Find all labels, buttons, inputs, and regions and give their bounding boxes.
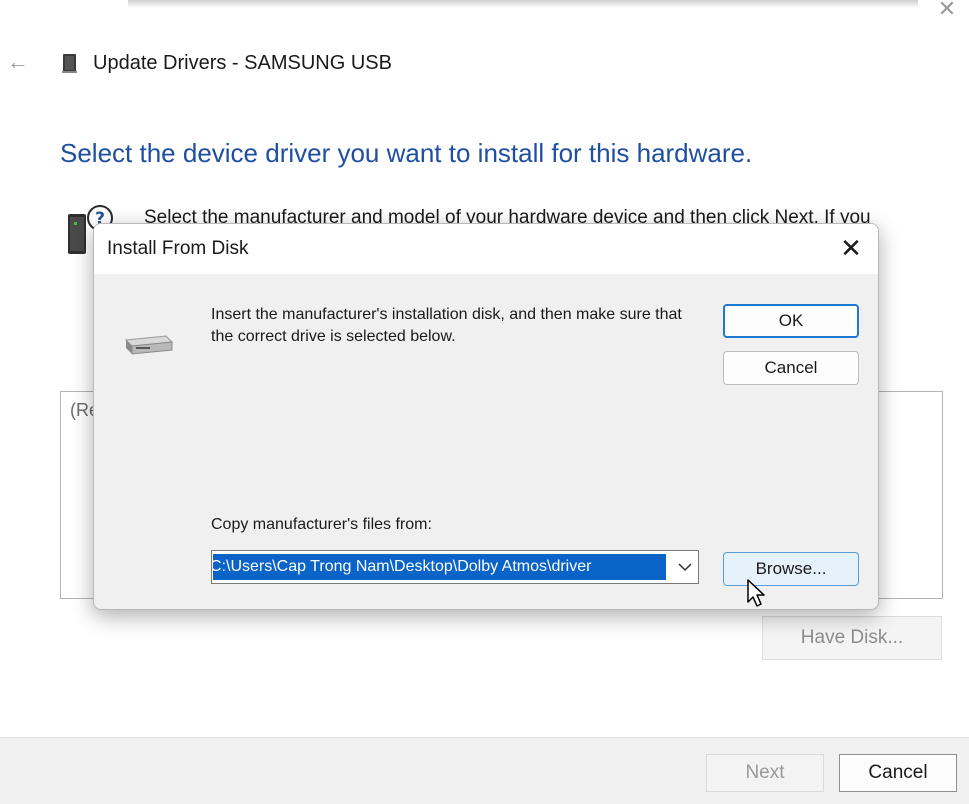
dialog-titlebar: Install From Disk ✕ (94, 224, 878, 274)
page-heading: Select the device driver you want to ins… (60, 138, 753, 168)
install-from-disk-dialog: Install From Disk ✕ Insert the manufactu… (93, 223, 879, 610)
have-disk-button[interactable]: Have Disk... (762, 616, 942, 660)
disk-drive-icon (124, 335, 174, 355)
back-arrow-icon[interactable]: ← (4, 48, 32, 76)
dialog-cancel-button[interactable]: Cancel (723, 351, 859, 385)
chevron-down-icon[interactable] (674, 556, 696, 578)
close-icon[interactable]: ✕ (834, 232, 868, 266)
dialog-title: Install From Disk (107, 238, 249, 259)
window-close-icon[interactable]: ✕ (934, 0, 960, 22)
path-combobox[interactable]: C:\Users\Cap Trong Nam\Desktop\Dolby Atm… (211, 550, 699, 584)
browse-button[interactable]: Browse... (723, 552, 859, 586)
cancel-button[interactable]: Cancel (839, 754, 957, 792)
copy-from-label: Copy manufacturer's files from: (211, 516, 432, 533)
mouse-pointer-icon (747, 579, 765, 607)
next-button[interactable]: Next (706, 754, 824, 792)
device-icon (62, 54, 77, 73)
ok-button[interactable]: OK (723, 304, 859, 338)
dialog-message: Insert the manufacturer's installation d… (211, 306, 682, 345)
path-input[interactable]: C:\Users\Cap Trong Nam\Desktop\Dolby Atm… (213, 554, 666, 580)
wizard-title: Update Drivers - SAMSUNG USB (93, 52, 392, 74)
window-top-shadow (128, 0, 918, 8)
